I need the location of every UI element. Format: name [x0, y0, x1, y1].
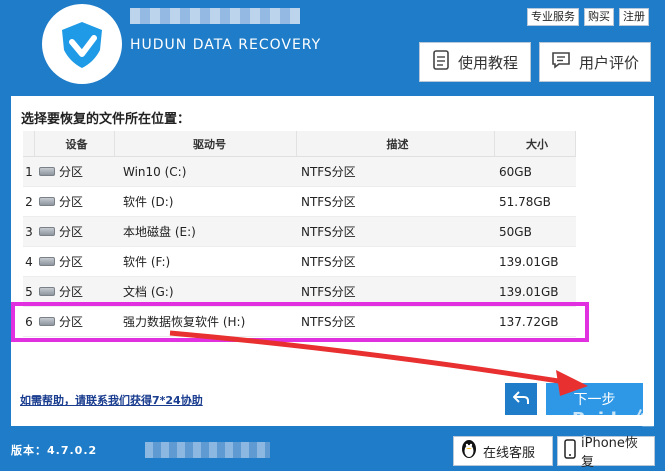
size-cell: 50GB [499, 224, 532, 239]
device-cell: 分区 [35, 223, 115, 240]
review-button[interactable]: 用户评价 [539, 42, 651, 82]
row-index: 4 [25, 254, 33, 269]
table-row[interactable]: 4 分区 软件 (F:) NTFS分区 139.01GB [23, 247, 576, 277]
device-cell: 分区 [35, 163, 115, 180]
table-row-selected[interactable]: 6 分区 强力数据恢复软件 (H:) NTFS分区 137.72GB [23, 307, 576, 337]
table-row[interactable]: 3 分区 本地磁盘 (E:) NTFS分区 50GB [23, 217, 576, 247]
device-cell: 分区 [35, 253, 115, 270]
disk-icon [39, 317, 55, 326]
description-cell: NTFS分区 [301, 255, 356, 269]
row-index: 5 [25, 284, 33, 299]
index-column-header [23, 131, 35, 156]
review-label: 用户评价 [578, 53, 639, 72]
device-label: 分区 [59, 315, 84, 329]
disk-icon [39, 227, 55, 236]
size-cell: 137.72GB [499, 314, 559, 329]
table-row[interactable]: 1 分区 Win10 (C:) NTFS分区 60GB [23, 157, 576, 187]
size-cell: 139.01GB [499, 284, 559, 299]
app-logo [42, 4, 122, 84]
drive-cell: 强力数据恢复软件 (H:) [123, 315, 246, 329]
tutorial-label: 使用教程 [457, 53, 518, 72]
back-arrow-icon [512, 390, 529, 409]
description-cell: NTFS分区 [301, 315, 356, 329]
description-cell: NTFS分区 [301, 195, 356, 209]
device-label: 分区 [59, 195, 84, 209]
description-cell: NTFS分区 [301, 225, 356, 239]
tutorial-button[interactable]: 使用教程 [419, 42, 531, 82]
disk-icon [39, 167, 55, 176]
table-header: 设备 驱动号 描述 大小 [23, 131, 576, 157]
description-cell: NTFS分区 [301, 165, 356, 179]
buy-link[interactable]: 购买 [584, 8, 614, 26]
header: HUDUN DATA RECOVERY 专业服务 购买 注册 使用教程 用户评价 [0, 0, 665, 96]
document-icon [432, 50, 450, 74]
row-index: 1 [25, 164, 33, 179]
phone-icon [564, 439, 576, 463]
online-service-label: 在线客服 [483, 445, 536, 461]
size-cell: 60GB [499, 164, 532, 179]
description-cell: NTFS分区 [301, 285, 356, 299]
device-label: 分区 [59, 165, 84, 179]
top-links: 专业服务 购买 注册 [527, 8, 649, 26]
disk-icon [39, 287, 55, 296]
row-index: 2 [25, 194, 33, 209]
online-service-button[interactable]: 在线客服 [453, 436, 553, 466]
blurred-title [130, 8, 300, 24]
brand-name: HUDUN DATA RECOVERY [130, 37, 322, 53]
row-index: 6 [25, 314, 33, 329]
device-label: 分区 [59, 225, 84, 239]
description-column-header: 描述 [297, 131, 495, 156]
blurred-footer-text [145, 442, 270, 458]
drive-cell: 软件 (D:) [123, 195, 174, 209]
drive-cell: Win10 (C:) [123, 164, 187, 179]
iphone-recovery-button[interactable]: iPhone恢复 [557, 436, 655, 470]
row-index: 3 [25, 224, 33, 239]
device-column-header: 设备 [35, 131, 115, 156]
back-button[interactable] [505, 383, 537, 415]
device-cell: 分区 [35, 193, 115, 210]
size-cell: 51.78GB [499, 194, 551, 209]
comment-icon [551, 51, 571, 73]
location-prompt: 选择要恢复的文件所在位置： [21, 112, 191, 127]
drive-column-header: 驱动号 [115, 131, 297, 156]
size-cell: 139.01GB [499, 254, 559, 269]
size-column-header: 大小 [495, 131, 576, 156]
device-cell: 分区 [35, 313, 115, 330]
disk-icon [39, 197, 55, 206]
drive-cell: 本地磁盘 (E:) [123, 225, 196, 239]
partition-table: 设备 驱动号 描述 大小 1 分区 Win10 (C:) NTFS分区 60GB… [23, 131, 576, 337]
qq-penguin-icon [460, 439, 478, 463]
iphone-recovery-label: iPhone恢复 [581, 436, 638, 470]
disk-icon [39, 257, 55, 266]
help-link[interactable]: 如需帮助，请联系我们获得7*24协助 [20, 392, 203, 408]
table-row[interactable]: 5 分区 文档 (G:) NTFS分区 139.01GB [23, 277, 576, 307]
table-row[interactable]: 2 分区 软件 (D:) NTFS分区 51.78GB [23, 187, 576, 217]
device-label: 分区 [59, 255, 84, 269]
drive-cell: 文档 (G:) [123, 285, 174, 299]
device-label: 分区 [59, 285, 84, 299]
device-cell: 分区 [35, 283, 115, 300]
pro-service-link[interactable]: 专业服务 [527, 8, 579, 26]
drive-cell: 软件 (F:) [123, 255, 171, 269]
main-panel: 选择要恢复的文件所在位置： 设备 驱动号 描述 大小 1 分区 Win10 (C… [11, 96, 654, 426]
version-label: 版本：4.7.0.2 [11, 444, 98, 457]
register-link[interactable]: 注册 [619, 8, 649, 26]
